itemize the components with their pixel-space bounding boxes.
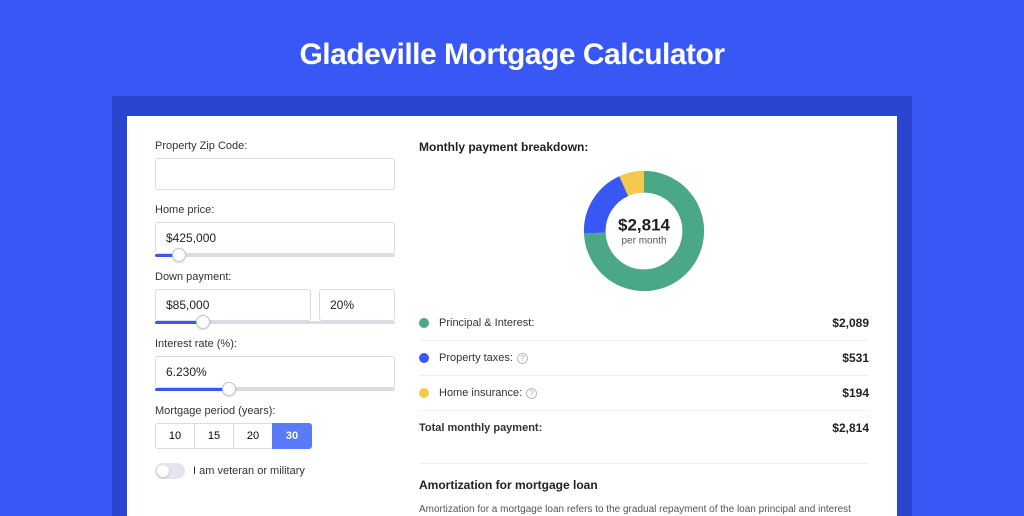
veteran-label: I am veteran or military: [193, 465, 305, 477]
amortization-text: Amortization for a mortgage loan refers …: [419, 502, 869, 516]
donut-amount: $2,814: [618, 216, 670, 236]
legend-label-taxes-text: Property taxes:: [439, 352, 513, 364]
info-icon[interactable]: ?: [517, 353, 528, 364]
legend-dot-principal: [419, 318, 429, 328]
donut-chart-wrap: $2,814 per month: [419, 166, 869, 296]
breakdown-column: Monthly payment breakdown: $2,814 per mo…: [419, 140, 869, 516]
legend-label-taxes: Property taxes: ?: [439, 352, 842, 364]
legend-dot-taxes: [419, 353, 429, 363]
zip-field-block: Property Zip Code:: [155, 140, 395, 190]
legend-value-principal: $2,089: [832, 316, 869, 330]
home-price-block: Home price:: [155, 204, 395, 257]
legend-label-insurance: Home insurance: ?: [439, 387, 842, 399]
legend-label-insurance-text: Home insurance:: [439, 387, 522, 399]
donut-sub: per month: [618, 236, 670, 247]
interest-rate-block: Interest rate (%):: [155, 338, 395, 391]
period-label: Mortgage period (years):: [155, 405, 395, 417]
legend-row-total: Total monthly payment: $2,814: [419, 410, 869, 445]
legend-value-taxes: $531: [842, 351, 869, 365]
zip-input[interactable]: [155, 158, 395, 190]
legend-row-principal: Principal & Interest: $2,089: [419, 306, 869, 340]
legend-row-taxes: Property taxes: ? $531: [419, 340, 869, 375]
slider-thumb[interactable]: [172, 248, 186, 262]
slider-thumb[interactable]: [222, 382, 236, 396]
interest-rate-slider[interactable]: [155, 388, 395, 391]
veteran-toggle[interactable]: [155, 463, 185, 479]
legend-value-insurance: $194: [842, 386, 869, 400]
amortization-block: Amortization for mortgage loan Amortizat…: [419, 463, 869, 516]
down-payment-block: Down payment:: [155, 271, 395, 324]
calculator-card: Property Zip Code: Home price: Down paym…: [127, 116, 897, 516]
down-payment-amount-input[interactable]: [155, 289, 311, 321]
interest-rate-label: Interest rate (%):: [155, 338, 395, 350]
home-price-input[interactable]: [155, 222, 395, 254]
slider-thumb[interactable]: [196, 315, 210, 329]
breakdown-heading: Monthly payment breakdown:: [419, 140, 869, 154]
down-payment-label: Down payment:: [155, 271, 395, 283]
total-value: $2,814: [832, 421, 869, 435]
amortization-heading: Amortization for mortgage loan: [419, 478, 869, 492]
period-btn-15[interactable]: 15: [194, 423, 234, 449]
donut-center: $2,814 per month: [618, 216, 670, 247]
legend: Principal & Interest: $2,089 Property ta…: [419, 306, 869, 445]
period-btn-30[interactable]: 30: [272, 423, 312, 449]
legend-dot-insurance: [419, 388, 429, 398]
home-price-slider[interactable]: [155, 254, 395, 257]
info-icon[interactable]: ?: [526, 388, 537, 399]
zip-label: Property Zip Code:: [155, 140, 395, 152]
period-options: 10 15 20 30: [155, 423, 395, 449]
legend-row-insurance: Home insurance: ? $194: [419, 375, 869, 410]
inputs-column: Property Zip Code: Home price: Down paym…: [155, 140, 395, 516]
interest-rate-input[interactable]: [155, 356, 395, 388]
down-payment-pct-input[interactable]: [319, 289, 395, 321]
banner-band: Property Zip Code: Home price: Down paym…: [112, 96, 912, 516]
total-label: Total monthly payment:: [419, 421, 832, 435]
home-price-label: Home price:: [155, 204, 395, 216]
veteran-toggle-row: I am veteran or military: [155, 463, 395, 479]
period-btn-10[interactable]: 10: [155, 423, 195, 449]
period-block: Mortgage period (years): 10 15 20 30: [155, 405, 395, 449]
period-btn-20[interactable]: 20: [233, 423, 273, 449]
legend-label-principal: Principal & Interest:: [439, 317, 832, 329]
page-title: Gladeville Mortgage Calculator: [0, 0, 1024, 96]
down-payment-slider[interactable]: [155, 321, 395, 324]
